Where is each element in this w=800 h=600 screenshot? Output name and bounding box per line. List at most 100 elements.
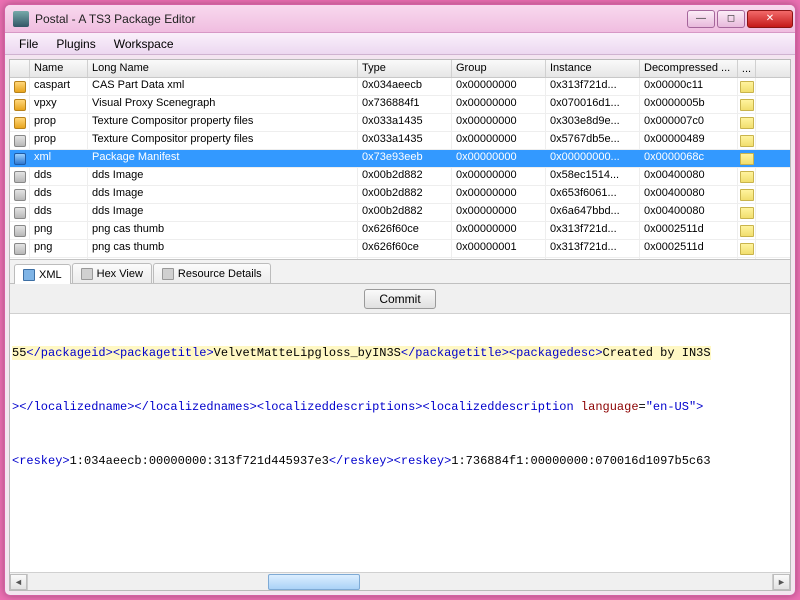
row-type-icon: [10, 222, 30, 239]
col-type[interactable]: Type: [358, 60, 452, 77]
menu-plugins[interactable]: Plugins: [48, 35, 103, 53]
row-type-icon: [10, 240, 30, 257]
minimize-button[interactable]: —: [687, 10, 715, 28]
cell-group: 0x00000000: [452, 168, 546, 185]
col-icon[interactable]: [10, 60, 30, 77]
grid-body[interactable]: caspartCAS Part Data xml0x034aeecb0x0000…: [10, 78, 790, 259]
col-actions[interactable]: ...: [738, 60, 756, 77]
cell-name: dds: [30, 204, 88, 221]
menu-workspace[interactable]: Workspace: [106, 35, 182, 53]
cell-longname: Visual Proxy Scenegraph: [88, 96, 358, 113]
col-group[interactable]: Group: [452, 60, 546, 77]
row-action-icon[interactable]: [738, 186, 756, 203]
commit-bar: Commit: [10, 284, 790, 314]
scroll-track[interactable]: [27, 574, 773, 590]
col-longname[interactable]: Long Name: [88, 60, 358, 77]
table-row[interactable]: ddsdds Image0x00b2d8820x000000000x58ec15…: [10, 168, 790, 186]
tab-resource-details[interactable]: Resource Details: [153, 263, 271, 283]
commit-button[interactable]: Commit: [364, 289, 435, 309]
table-row[interactable]: xmlPackage Manifest0x73e93eeb0x000000000…: [10, 150, 790, 168]
cell-instance: 0x5767db5e...: [546, 132, 640, 149]
cell-group: 0x00000000: [452, 132, 546, 149]
table-row[interactable]: propTexture Compositor property files0x0…: [10, 114, 790, 132]
tab-xml[interactable]: XML: [14, 264, 71, 284]
col-decompressed[interactable]: Decompressed ...: [640, 60, 738, 77]
cell-name: png: [30, 258, 88, 259]
row-action-icon[interactable]: [738, 132, 756, 149]
row-action-icon[interactable]: [738, 150, 756, 167]
cell-instance: 0x6a647bbd...: [546, 204, 640, 221]
cell-group: 0x00000000: [452, 204, 546, 221]
horizontal-scrollbar[interactable]: ◄ ►: [10, 572, 790, 590]
table-row[interactable]: pngpng cas thumb0x626f60ce0x000000010x31…: [10, 240, 790, 258]
maximize-button[interactable]: ◻: [717, 10, 745, 28]
cell-longname: png cas thumb: [88, 222, 358, 239]
row-action-icon[interactable]: [738, 222, 756, 239]
cell-decompressed: 0x0002511d: [640, 240, 738, 257]
table-row[interactable]: vpxyVisual Proxy Scenegraph0x736884f10x0…: [10, 96, 790, 114]
xml-icon: [23, 269, 35, 281]
cell-name: vpxy: [30, 96, 88, 113]
row-action-icon[interactable]: [738, 168, 756, 185]
cell-longname: Texture Compositor property files: [88, 132, 358, 149]
row-action-icon[interactable]: [738, 258, 756, 259]
table-row[interactable]: ddsdds Image0x00b2d8820x000000000x653f60…: [10, 186, 790, 204]
cell-instance: 0x303e8d9e...: [546, 114, 640, 131]
xml-line: 55</packageid><packagetitle>VelvetMatteL…: [12, 346, 788, 360]
window-controls: — ◻ ✕: [687, 10, 793, 28]
hex-icon: [81, 268, 93, 280]
cell-instance: 0x313f721d...: [546, 78, 640, 95]
cell-instance: 0x313f721d...: [546, 222, 640, 239]
grid-header: Name Long Name Type Group Instance Decom…: [10, 60, 790, 78]
row-action-icon[interactable]: [738, 114, 756, 131]
cell-group: 0x00000000: [452, 258, 546, 259]
cell-name: caspart: [30, 78, 88, 95]
cell-type: 0x73e93eeb: [358, 150, 452, 167]
table-row[interactable]: propTexture Compositor property files 0x0…: [10, 132, 790, 150]
cell-decompressed: 0x00400080: [640, 168, 738, 185]
cell-type: 0x626f60ce: [358, 222, 452, 239]
scroll-right-icon[interactable]: ►: [773, 574, 790, 590]
menu-file[interactable]: File: [11, 35, 46, 53]
cell-type: 0x626f60ce: [358, 240, 452, 257]
cell-type: 0x00b2d882: [358, 186, 452, 203]
cell-decompressed: 0x00400080: [640, 204, 738, 221]
row-action-icon[interactable]: [738, 78, 756, 95]
titlebar[interactable]: Postal - A TS3 Package Editor — ◻ ✕: [5, 5, 795, 33]
xml-editor[interactable]: 55</packageid><packagetitle>VelvetMatteL…: [10, 314, 790, 572]
row-action-icon[interactable]: [738, 96, 756, 113]
cell-name: prop: [30, 114, 88, 131]
tab-hex[interactable]: Hex View: [72, 263, 152, 283]
table-row[interactable]: caspartCAS Part Data xml0x034aeecb0x0000…: [10, 78, 790, 96]
cell-type: 0x00b2d882: [358, 204, 452, 221]
scroll-left-icon[interactable]: ◄: [10, 574, 27, 590]
cell-group: 0x00000001: [452, 240, 546, 257]
cell-longname: CAS Part Data xml: [88, 78, 358, 95]
cell-group: 0x00000000: [452, 96, 546, 113]
col-name[interactable]: Name: [30, 60, 88, 77]
cell-longname: png icon: [88, 258, 358, 259]
table-row[interactable]: pngpng cas thumb0x626f60ce0x000000000x31…: [10, 222, 790, 240]
cell-decompressed: 0x0002511d: [640, 222, 738, 239]
row-type-icon: [10, 114, 30, 131]
table-row[interactable]: pngpng icon0x2e75c7650x000000000x0449387…: [10, 258, 790, 259]
row-action-icon[interactable]: [738, 204, 756, 221]
cell-name: dds: [30, 186, 88, 203]
tab-res-label: Resource Details: [178, 268, 262, 280]
cell-instance: 0x04493879...: [546, 258, 640, 259]
row-type-icon: [10, 150, 30, 167]
scroll-thumb[interactable]: [268, 574, 360, 590]
row-action-icon[interactable]: [738, 240, 756, 257]
col-instance[interactable]: Instance: [546, 60, 640, 77]
row-type-icon: [10, 168, 30, 185]
cell-group: 0x00000000: [452, 78, 546, 95]
table-row[interactable]: ddsdds Image0x00b2d8820x000000000x6a647b…: [10, 204, 790, 222]
cell-decompressed: 0x000007c0: [640, 114, 738, 131]
close-button[interactable]: ✕: [747, 10, 793, 28]
menubar: File Plugins Workspace: [5, 33, 795, 55]
cell-name: prop: [30, 132, 88, 149]
content-area: Name Long Name Type Group Instance Decom…: [9, 59, 791, 591]
tab-hex-label: Hex View: [97, 268, 143, 280]
cell-longname: Package Manifest: [88, 150, 358, 167]
row-type-icon: [10, 78, 30, 95]
